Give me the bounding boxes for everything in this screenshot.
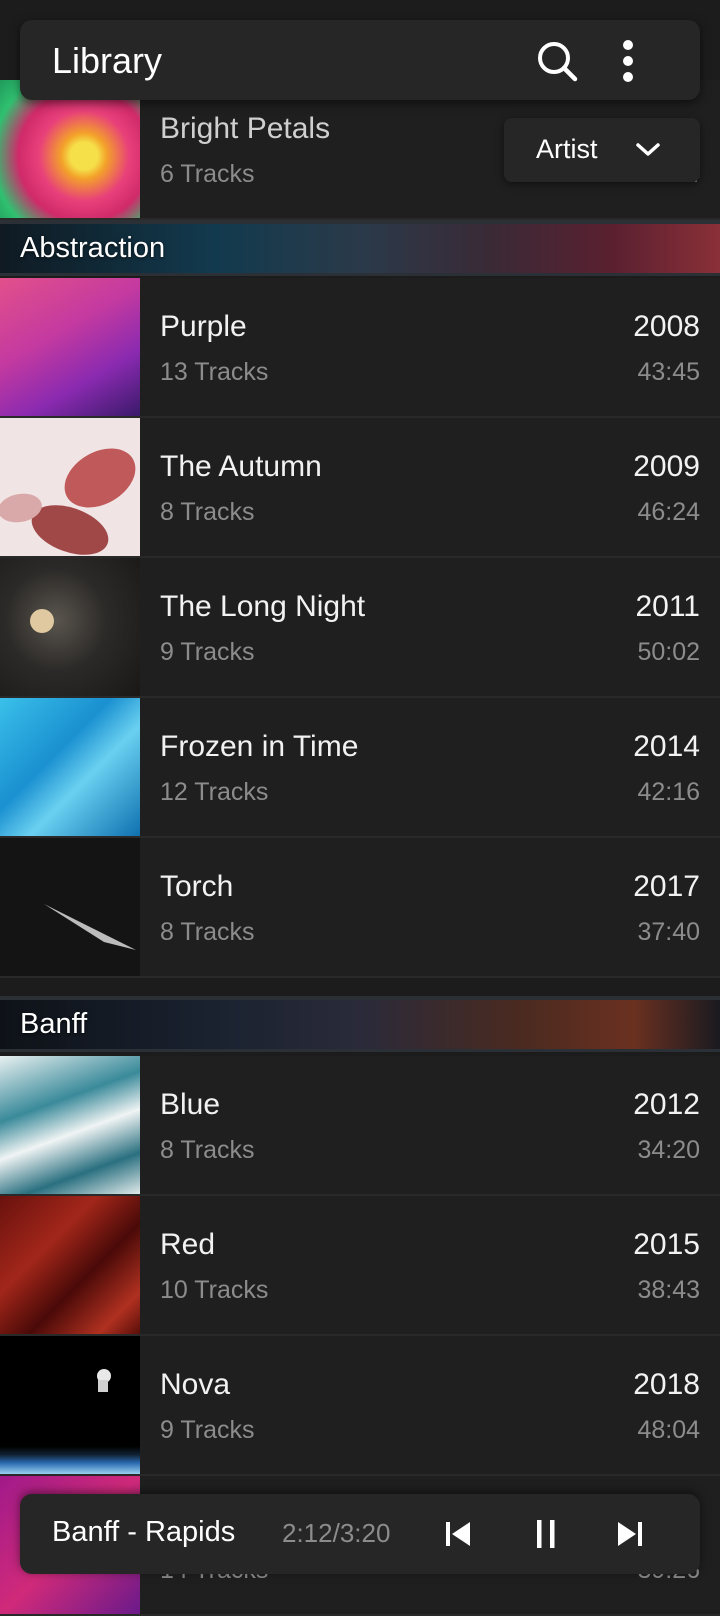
skip-previous-icon xyxy=(446,1522,470,1546)
list-item[interactable]: The Long Night 9 Tracks 2011 50:02 xyxy=(0,558,720,698)
album-art xyxy=(0,418,140,556)
leaves-illustration xyxy=(0,448,136,555)
astronaut-illustration xyxy=(97,1369,111,1392)
album-duration: 37:40 xyxy=(637,918,700,946)
album-track-count: 10 Tracks xyxy=(160,1276,269,1304)
more-vertical-icon xyxy=(623,40,633,82)
album-duration: 43:45 xyxy=(637,358,700,386)
pause-button[interactable] xyxy=(524,1512,568,1556)
album-title: Torch xyxy=(160,870,234,903)
search-icon xyxy=(538,42,578,82)
album-title: The Long Night xyxy=(160,590,366,623)
album-duration: 48:04 xyxy=(637,1416,700,1444)
moon-illustration xyxy=(30,609,54,633)
album-art xyxy=(0,278,140,416)
album-year: 2018 xyxy=(633,1368,700,1401)
album-title: Purple xyxy=(160,310,247,343)
album-art xyxy=(0,698,140,836)
album-track-count: 6 Tracks xyxy=(160,160,255,188)
list-item[interactable]: Red 10 Tracks 2015 38:43 xyxy=(0,1196,720,1336)
album-art xyxy=(0,1056,140,1194)
list-item[interactable]: Torch 8 Tracks 2017 37:40 xyxy=(0,838,720,978)
section-header: Abstraction xyxy=(0,220,720,276)
album-duration: 34:20 xyxy=(637,1136,700,1164)
section-header: Banff xyxy=(0,996,720,1052)
skip-next-icon xyxy=(618,1522,642,1546)
album-year: 2015 xyxy=(633,1228,700,1261)
list-item[interactable]: Nova 9 Tracks 2018 48:04 xyxy=(0,1336,720,1476)
album-title: Bright Petals xyxy=(160,112,331,145)
album-track-count: 8 Tracks xyxy=(160,498,255,526)
sort-dropdown[interactable]: Artist xyxy=(504,118,700,182)
album-title: Red xyxy=(160,1228,216,1261)
album-duration: 50:02 xyxy=(637,638,700,666)
album-track-count: 12 Tracks xyxy=(160,778,269,806)
album-track-count: 8 Tracks xyxy=(160,918,255,946)
album-year: 2008 xyxy=(633,310,700,343)
section-title: Banff xyxy=(20,1008,88,1040)
torch-illustration xyxy=(44,904,136,950)
pause-icon xyxy=(537,1520,555,1548)
album-art xyxy=(0,838,140,976)
album-title: Blue xyxy=(160,1088,221,1121)
playback-time: 2:12/3:20 xyxy=(282,1518,391,1548)
list-item[interactable]: Purple 13 Tracks 2008 43:45 xyxy=(0,278,720,418)
page-title: Library xyxy=(52,40,163,81)
album-title: Nova xyxy=(160,1368,231,1401)
section-title: Abstraction xyxy=(20,232,166,264)
album-year: 2009 xyxy=(633,450,700,483)
previous-button[interactable] xyxy=(436,1512,480,1556)
search-button[interactable] xyxy=(532,36,582,86)
album-title: The Autumn xyxy=(160,450,322,483)
album-art xyxy=(0,80,140,218)
now-playing-bar[interactable]: Banff - Rapids 2:12/3:20 xyxy=(20,1494,700,1574)
more-options-button[interactable] xyxy=(608,36,658,86)
album-title: Frozen in Time xyxy=(160,730,359,763)
list-item[interactable]: Blue 8 Tracks 2012 34:20 xyxy=(0,1056,720,1196)
album-duration: 38:43 xyxy=(637,1276,700,1304)
album-track-count: 13 Tracks xyxy=(160,358,269,386)
next-button[interactable] xyxy=(608,1512,652,1556)
album-duration: 46:24 xyxy=(637,498,700,526)
album-duration: 42:16 xyxy=(637,778,700,806)
album-year: 2012 xyxy=(633,1088,700,1121)
album-track-count: 9 Tracks xyxy=(160,1416,255,1444)
album-track-count: 9 Tracks xyxy=(160,638,255,666)
chevron-down-icon xyxy=(636,143,660,156)
list-item[interactable]: Frozen in Time 12 Tracks 2014 42:16 xyxy=(0,698,720,838)
sort-label: Artist xyxy=(536,134,598,164)
album-year: 2017 xyxy=(633,870,700,903)
album-art xyxy=(0,1336,140,1474)
album-art xyxy=(0,558,140,696)
app-bar: Library xyxy=(20,20,700,100)
album-year: 2014 xyxy=(633,730,700,763)
album-track-count: 8 Tracks xyxy=(160,1136,255,1164)
album-year: 2011 xyxy=(635,590,700,623)
now-playing-title: Banff - Rapids xyxy=(52,1516,236,1548)
album-art xyxy=(0,1196,140,1334)
list-item[interactable]: The Autumn 8 Tracks 2009 46:24 xyxy=(0,418,720,558)
